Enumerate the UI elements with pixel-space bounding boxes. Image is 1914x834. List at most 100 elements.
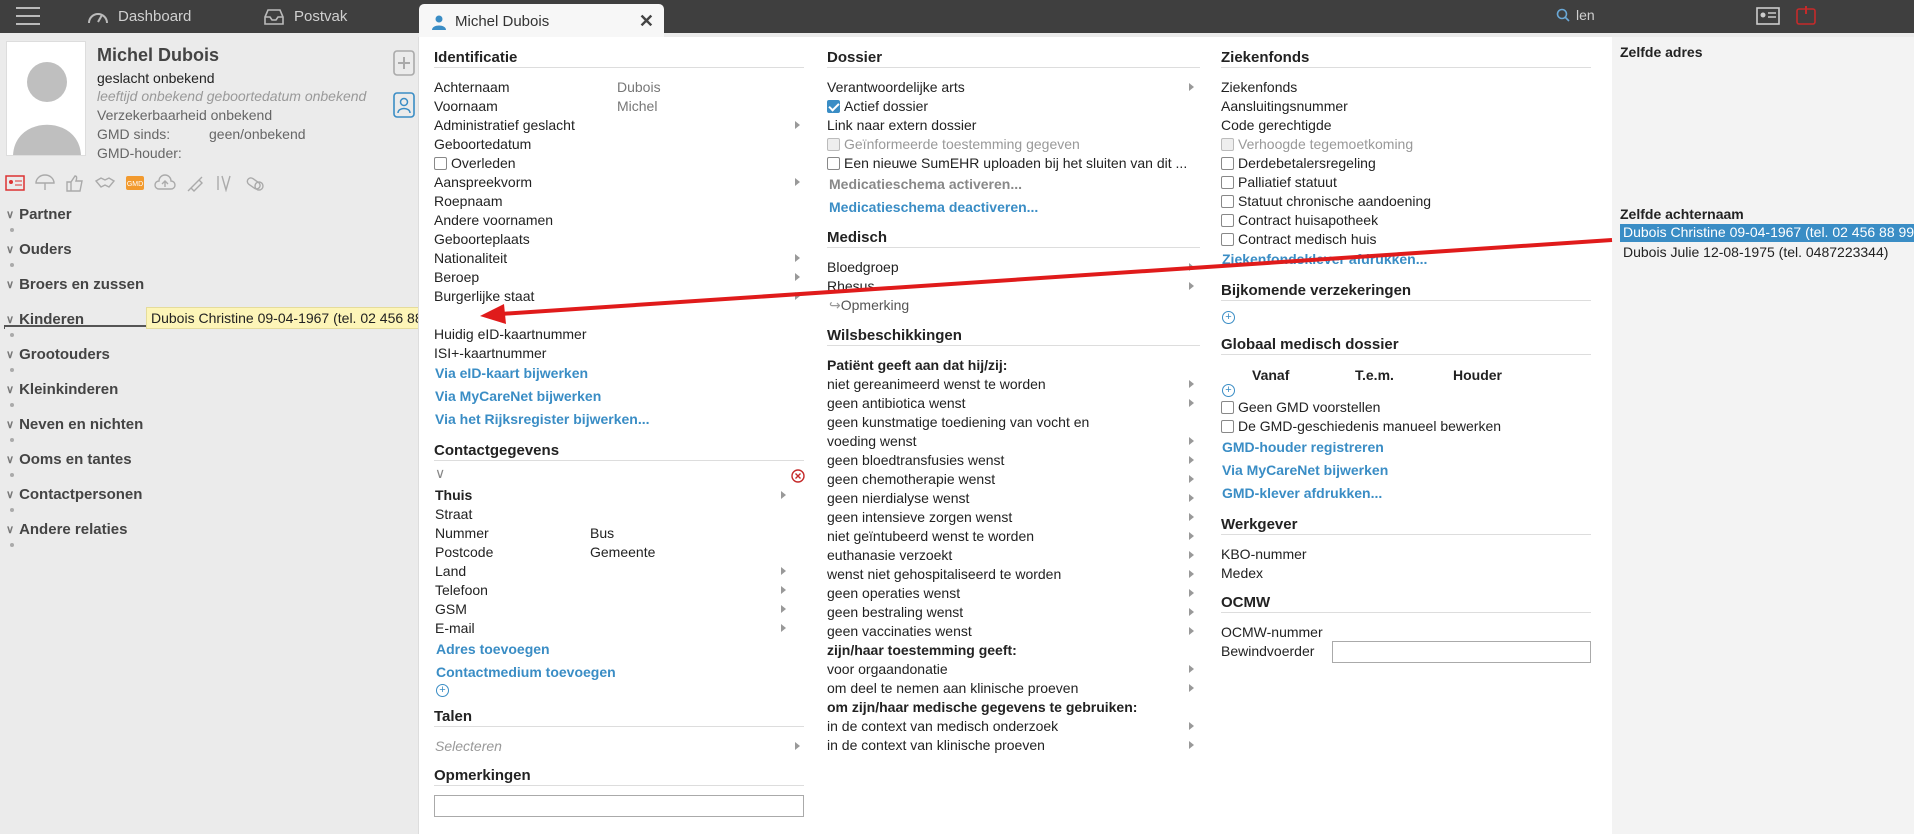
- talen-select[interactable]: Selecteren: [435, 738, 502, 754]
- roepnaam-field[interactable]: Roepnaam: [434, 193, 503, 209]
- cloud-upload-icon[interactable]: [154, 172, 176, 194]
- kbo-field[interactable]: KBO-nummer: [1221, 546, 1307, 562]
- gmd-manueel-checkbox[interactable]: De GMD-geschiedenis manueel bewerken: [1221, 418, 1501, 434]
- relation-partner[interactable]: ∨ Partner: [6, 206, 72, 223]
- wils-item[interactable]: geen antibiotica wenst: [827, 395, 966, 411]
- relation-contactpersonen[interactable]: ∨ Contactpersonen: [6, 486, 142, 503]
- wils-item[interactable]: geen intensieve zorgen wenst: [827, 509, 1012, 525]
- wils-item[interactable]: geen nierdialyse wenst: [827, 490, 969, 506]
- relation-neven-en-nichten[interactable]: ∨ Neven en nichten: [6, 416, 143, 433]
- wils-item[interactable]: niet geïntubeerd wenst te worden: [827, 528, 1034, 544]
- pills-icon[interactable]: [244, 172, 266, 194]
- medicatieschema-activeren-link[interactable]: Medicatieschema activeren...: [829, 176, 1022, 192]
- checkbox-icon[interactable]: [1221, 214, 1234, 227]
- werkgever-naam[interactable]: Medex: [1221, 565, 1263, 581]
- wils-item[interactable]: in de context van klinische proeven: [827, 737, 1045, 753]
- geslacht-field[interactable]: Administratief geslacht: [434, 117, 575, 133]
- checkbox-icon[interactable]: [1221, 420, 1234, 433]
- nationaliteit-field[interactable]: Nationaliteit: [434, 250, 507, 266]
- wils-item[interactable]: geen bestraling wenst: [827, 604, 963, 620]
- bewindvoerder-input[interactable]: [1332, 641, 1591, 663]
- eid-field[interactable]: Huidig eID-kaartnummer: [434, 326, 587, 342]
- checkbox-icon[interactable]: [1221, 176, 1234, 189]
- wils-item[interactable]: geen vaccinaties wenst: [827, 623, 972, 639]
- voornaam-value[interactable]: Michel: [617, 98, 657, 114]
- ziekenfonds-field[interactable]: Ziekenfonds: [1221, 79, 1297, 95]
- rhesus-field[interactable]: Rhesus: [827, 278, 874, 294]
- syringe-icon[interactable]: [184, 172, 206, 194]
- isi-field[interactable]: ISI+-kaartnummer: [434, 345, 546, 361]
- opmerking-field[interactable]: ↪Opmerking: [829, 297, 909, 314]
- huisapotheek-checkbox[interactable]: Contract huisapotheek: [1221, 212, 1378, 228]
- handshake-icon[interactable]: [94, 172, 116, 194]
- patient-badge-icon[interactable]: [392, 89, 416, 119]
- checkbox-icon[interactable]: [827, 157, 840, 170]
- add-record-icon[interactable]: [392, 47, 416, 77]
- related-patient-item[interactable]: Dubois Julie 12-08-1975 (tel. 0487223344…: [1623, 244, 1888, 260]
- aanspreekvorm-field[interactable]: Aanspreekvorm: [434, 174, 532, 190]
- power-icon[interactable]: [1794, 5, 1818, 27]
- add-contactmedium-link[interactable]: Contactmedium toevoegen: [436, 664, 616, 680]
- wils-item[interactable]: geen kunstmatige toediening van vocht en: [827, 414, 1089, 430]
- arts-field[interactable]: Verantwoordelijke arts: [827, 79, 965, 95]
- extern-dossier-link[interactable]: Link naar extern dossier: [827, 117, 976, 133]
- checkbox-icon[interactable]: [1221, 401, 1234, 414]
- andere-voornamen-field[interactable]: Andere voornamen: [434, 212, 553, 228]
- checkbox-icon[interactable]: [1221, 233, 1234, 246]
- wils-item[interactable]: euthanasie verzoekt: [827, 547, 952, 563]
- checkbox-icon[interactable]: [1221, 157, 1234, 170]
- chevron-down-icon[interactable]: ∨: [435, 465, 445, 482]
- wils-item[interactable]: voeding wenst: [827, 433, 917, 449]
- wils-item[interactable]: geen bloedtransfusies wenst: [827, 452, 1004, 468]
- eid-update-link[interactable]: Via eID-kaart bijwerken: [435, 365, 588, 381]
- remove-icon[interactable]: [791, 469, 805, 483]
- wils-item[interactable]: voor orgaandonatie: [827, 661, 948, 677]
- verhoogde-checkbox[interactable]: Verhoogde tegemoetkoming: [1221, 136, 1413, 152]
- chronisch-checkbox[interactable]: Statuut chronische aandoening: [1221, 193, 1431, 209]
- sumehr-checkbox[interactable]: Een nieuwe SumEHR uploaden bij het sluit…: [827, 155, 1187, 171]
- related-patient-selected[interactable]: Dubois Christine 09-04-1967 (tel. 02 456…: [1620, 224, 1914, 242]
- mycarenet-update-link[interactable]: Via MyCareNet bijwerken: [435, 388, 601, 404]
- medisch-huis-checkbox[interactable]: Contract medisch huis: [1221, 231, 1377, 247]
- derdebetalers-checkbox[interactable]: Derdebetalersregeling: [1221, 155, 1376, 171]
- actief-dossier-checkbox[interactable]: Actief dossier: [827, 98, 928, 114]
- close-icon[interactable]: ✕: [639, 11, 654, 32]
- medicatieschema-deactiveren-link[interactable]: Medicatieschema deactiveren...: [829, 199, 1038, 215]
- aansluitingsnummer-field[interactable]: Aansluitingsnummer: [1221, 98, 1348, 114]
- land-field[interactable]: Land: [435, 563, 466, 579]
- add-icon[interactable]: +: [436, 684, 449, 697]
- wils-item[interactable]: niet gereanimeerd wenst te worden: [827, 376, 1046, 392]
- wils-item[interactable]: om deel te nemen aan klinische proeven: [827, 680, 1078, 696]
- relation-kinderen[interactable]: ∨ Kinderen: [6, 311, 84, 328]
- postcode-field[interactable]: Postcode: [435, 544, 493, 560]
- id-card-icon[interactable]: [1756, 5, 1780, 27]
- checkbox-checked-icon[interactable]: [827, 100, 840, 113]
- nummer-field[interactable]: Nummer: [435, 525, 489, 541]
- relation-grootouders[interactable]: ∨ Grootouders: [6, 346, 110, 363]
- checkbox-icon[interactable]: [1221, 138, 1234, 151]
- opmerkingen-input[interactable]: [434, 795, 804, 817]
- wils-item[interactable]: in de context van medisch onderzoek: [827, 718, 1058, 734]
- bloedgroep-field[interactable]: Bloedgroep: [827, 259, 899, 275]
- checkbox-icon[interactable]: [827, 138, 840, 151]
- relation-ooms-en-tantes[interactable]: ∨ Ooms en tantes: [6, 451, 132, 468]
- relation-andere-relaties[interactable]: ∨ Andere relaties: [6, 521, 127, 538]
- iv-icon[interactable]: [214, 172, 236, 194]
- geen-gmd-checkbox[interactable]: Geen GMD voorstellen: [1221, 399, 1380, 415]
- gmd-icon[interactable]: GMD: [124, 172, 146, 194]
- umbrella-icon[interactable]: [34, 172, 56, 194]
- gemeente-field[interactable]: Gemeente: [590, 544, 655, 560]
- straat-field[interactable]: Straat: [435, 506, 472, 522]
- palliatief-checkbox[interactable]: Palliatief statuut: [1221, 174, 1337, 190]
- telefoon-field[interactable]: Telefoon: [435, 582, 488, 598]
- burgerlijke-staat-field[interactable]: Burgerlijke staat: [434, 288, 534, 304]
- search-box[interactable]: len: [1556, 7, 1595, 23]
- nav-postvak[interactable]: Postvak: [262, 0, 347, 33]
- checkbox-icon[interactable]: [434, 157, 447, 170]
- achternaam-value[interactable]: Dubois: [617, 79, 661, 95]
- wils-item[interactable]: geen operaties wenst: [827, 585, 960, 601]
- id-card-red-icon[interactable]: [4, 172, 26, 194]
- tab-patient[interactable]: Michel Dubois ✕: [419, 4, 664, 39]
- gsm-field[interactable]: GSM: [435, 601, 467, 617]
- add-icon[interactable]: +: [1222, 384, 1235, 397]
